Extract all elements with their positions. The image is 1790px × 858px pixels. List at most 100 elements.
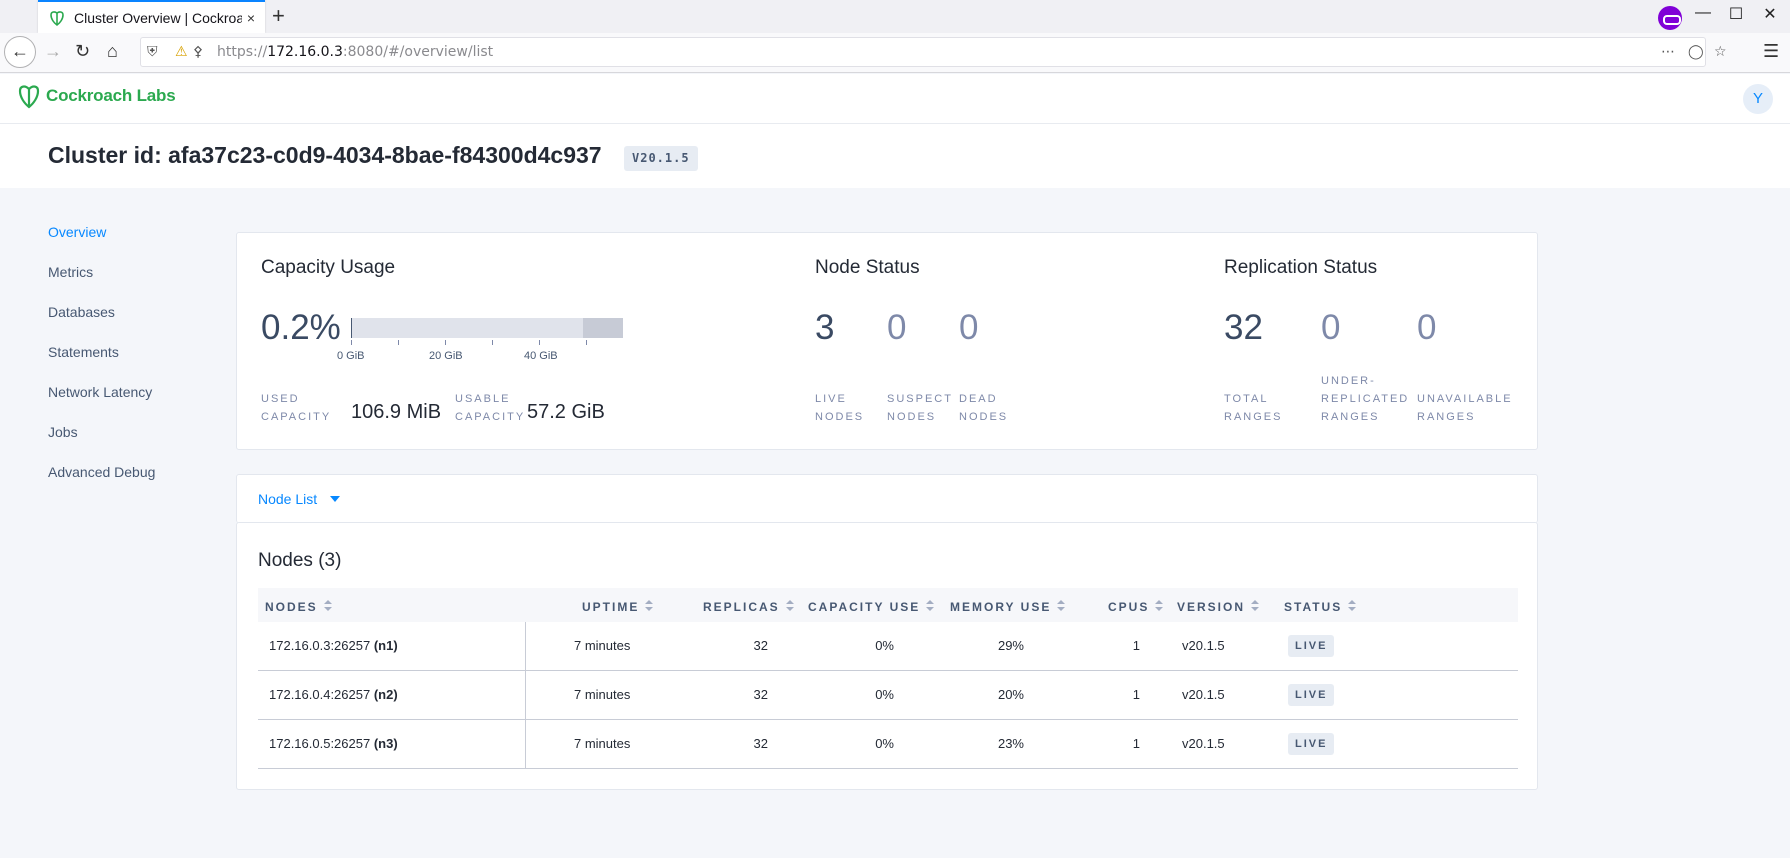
user-avatar[interactable]: Y xyxy=(1743,84,1773,114)
table-row[interactable]: 172.16.0.3:26257 (n1) 7 minutes 32 0% 29… xyxy=(258,622,1518,671)
url-bar[interactable]: ⛨ ⚠ ⚴ https://172.16.0.3:8080/#/overview… xyxy=(140,37,1727,67)
replication-status-title: Replication Status xyxy=(1224,257,1378,278)
node-memory-use: 20% xyxy=(997,687,1024,702)
sort-icon[interactable] xyxy=(1155,600,1164,612)
column-header-capacity-use[interactable]: CAPACITY USE xyxy=(808,599,935,614)
unavailable-ranges-label-line2: RANGES xyxy=(1417,411,1476,423)
cockroach-logo-icon xyxy=(18,85,40,109)
usable-capacity-value: 57.2 GiB xyxy=(527,401,605,423)
capacity-axis-label: 40 GiB xyxy=(524,350,558,362)
used-capacity-label-line1: USED xyxy=(261,393,300,405)
forward-arrow-icon[interactable]: → xyxy=(44,41,62,61)
used-capacity-value: 106.9 MiB xyxy=(351,401,442,423)
shield-icon[interactable]: ⛨ xyxy=(147,43,158,60)
hamburger-menu-icon[interactable]: ☰ xyxy=(1763,41,1779,61)
node-uptime: 7 minutes xyxy=(574,638,631,653)
column-header-cpus[interactable]: CPUS xyxy=(1108,599,1164,614)
capacity-axis-tick xyxy=(351,340,352,345)
dead-nodes-label-line1: DEAD xyxy=(959,393,998,405)
total-ranges-label-line1: TOTAL xyxy=(1224,393,1269,405)
node-version: v20.1.5 xyxy=(1182,687,1225,702)
browser-tab-bar: Cluster Overview | Cockroach Labs × + — … xyxy=(0,0,1790,33)
logo-text: Cockroach Labs xyxy=(46,86,176,105)
nodes-card: Nodes (3) NODES UPTIME REPLICAS CAPACITY… xyxy=(236,522,1538,790)
capacity-axis-tick xyxy=(586,340,587,345)
page-title: Cluster id: afa37c23-c0d9-4034-8bae-f843… xyxy=(48,142,602,168)
usable-capacity-label-line2: CAPACITY xyxy=(455,411,526,423)
suspect-nodes-label-line1: SUSPECT xyxy=(887,393,953,405)
live-nodes-count: 3 xyxy=(815,308,835,347)
capacity-bar-fill xyxy=(351,318,352,338)
usable-capacity-label-line1: USABLE xyxy=(455,393,511,405)
node-capacity-use: 0% xyxy=(875,736,894,751)
node-capacity-use: 0% xyxy=(875,687,894,702)
sidebar-item-databases[interactable]: Databases xyxy=(48,302,155,342)
under-replicated-count: 0 xyxy=(1321,308,1341,347)
node-memory-use: 29% xyxy=(997,638,1024,653)
node-cpus: 1 xyxy=(1132,687,1140,702)
more-icon[interactable]: ⋯ xyxy=(1661,43,1675,60)
node-address[interactable]: 172.16.0.4:26257 (n2) xyxy=(269,687,398,702)
dead-nodes-label-line2: NODES xyxy=(959,411,1009,423)
sort-icon[interactable] xyxy=(1348,600,1357,612)
reload-icon[interactable]: ↻ xyxy=(75,41,90,61)
sort-icon[interactable] xyxy=(1251,600,1260,612)
sort-icon[interactable] xyxy=(785,600,794,612)
column-header-status[interactable]: STATUS xyxy=(1284,599,1357,614)
total-ranges-count: 32 xyxy=(1224,308,1263,347)
tab-title: Cluster Overview | Cockroach Labs xyxy=(74,9,242,26)
node-list-dropdown[interactable]: Node List xyxy=(236,474,1538,523)
dead-nodes-count: 0 xyxy=(959,308,979,347)
node-address[interactable]: 172.16.0.5:26257 (n3) xyxy=(269,736,398,751)
node-address[interactable]: 172.16.0.3:26257 (n1) xyxy=(269,638,398,653)
sidebar-item-metrics[interactable]: Metrics xyxy=(48,262,155,302)
version-badge: V20.1.5 xyxy=(624,146,698,171)
capacity-bar-remainder xyxy=(583,318,623,338)
url-text[interactable]: https://172.16.0.3:8080/#/overview/list xyxy=(217,44,493,60)
column-header-version[interactable]: VERSION xyxy=(1177,599,1260,614)
sidebar-item-network-latency[interactable]: Network Latency xyxy=(48,382,155,422)
key-icon[interactable]: ⚴ xyxy=(193,43,203,60)
pocket-icon[interactable]: ◯ xyxy=(1688,43,1704,60)
back-arrow-icon[interactable]: ← xyxy=(4,36,36,68)
home-icon[interactable]: ⌂ xyxy=(107,41,118,61)
tab-close-icon[interactable]: × xyxy=(247,11,255,25)
column-header-uptime[interactable]: UPTIME xyxy=(582,599,654,614)
column-header-nodes[interactable]: NODES xyxy=(265,599,332,614)
sort-icon[interactable] xyxy=(323,600,332,612)
maximize-icon[interactable]: ☐ xyxy=(1724,4,1748,24)
chevron-down-icon[interactable] xyxy=(330,496,340,502)
bookmark-star-icon[interactable]: ☆ xyxy=(1714,43,1727,60)
node-uptime: 7 minutes xyxy=(574,687,631,702)
sort-icon[interactable] xyxy=(926,600,935,612)
suspect-nodes-count: 0 xyxy=(887,308,907,347)
logo[interactable]: Cockroach Labs xyxy=(18,83,176,109)
node-cpus: 1 xyxy=(1132,736,1140,751)
sidebar-item-statements[interactable]: Statements xyxy=(48,342,155,382)
under-replicated-label-line2: REPLICATED xyxy=(1321,393,1410,405)
sidebar-item-jobs[interactable]: Jobs xyxy=(48,422,155,462)
suspect-nodes-label-line2: NODES xyxy=(887,411,937,423)
capacity-axis-tick xyxy=(539,340,540,345)
capacity-axis-label: 0 GiB xyxy=(337,350,365,362)
browser-tab[interactable]: Cluster Overview | Cockroach Labs × xyxy=(38,0,265,33)
column-header-replicas[interactable]: REPLICAS xyxy=(703,599,794,614)
column-header-memory-use[interactable]: MEMORY USE xyxy=(950,599,1066,614)
cluster-bar: Cluster id: afa37c23-c0d9-4034-8bae-f843… xyxy=(0,124,1790,188)
cluster-summary-card: Capacity Usage 0.2% 0 GiB 20 GiB 40 GiB … xyxy=(236,232,1538,450)
sidebar-item-overview[interactable]: Overview xyxy=(48,222,155,262)
new-tab-icon[interactable]: + xyxy=(272,5,285,27)
sort-icon[interactable] xyxy=(1057,600,1066,612)
sort-icon[interactable] xyxy=(645,600,654,612)
node-cpus: 1 xyxy=(1132,638,1140,653)
close-window-icon[interactable]: ✕ xyxy=(1758,4,1782,24)
minimize-icon[interactable]: — xyxy=(1691,4,1715,22)
node-version: v20.1.5 xyxy=(1182,736,1225,751)
table-row[interactable]: 172.16.0.5:26257 (n3) 7 minutes 32 0% 23… xyxy=(258,720,1518,769)
status-badge: LIVE xyxy=(1288,684,1335,706)
node-list-dropdown-label[interactable]: Node List xyxy=(258,491,317,507)
node-uptime: 7 minutes xyxy=(574,736,631,751)
sidebar-item-advanced-debug[interactable]: Advanced Debug xyxy=(48,462,155,502)
table-row[interactable]: 172.16.0.4:26257 (n2) 7 minutes 32 0% 20… xyxy=(258,671,1518,720)
lock-warning-icon[interactable]: ⚠ xyxy=(175,43,188,60)
